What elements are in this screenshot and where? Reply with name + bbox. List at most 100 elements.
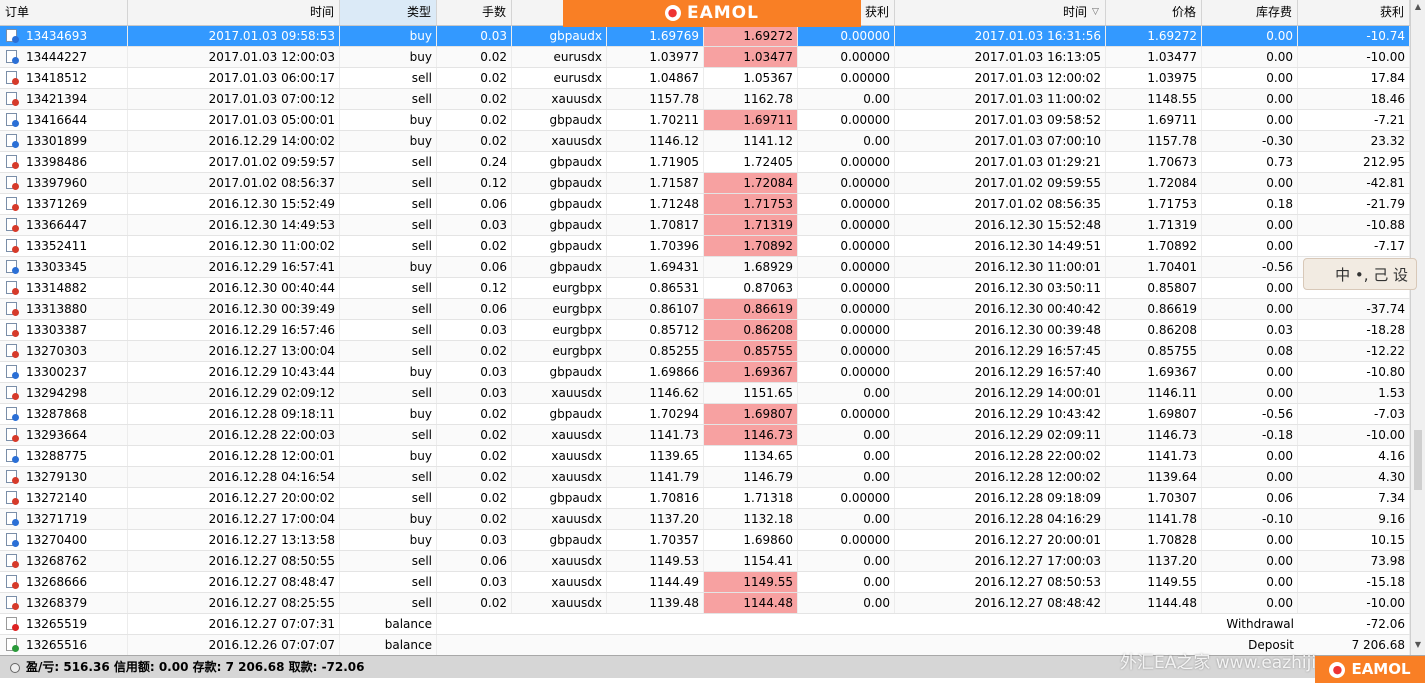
cell-tp: 0.00000 [798, 404, 895, 424]
cell-sl: 1146.73 [704, 425, 798, 445]
cell-id: 13288775 [0, 446, 128, 466]
column-header-10[interactable]: 库存费 [1202, 0, 1298, 25]
table-row[interactable]: 13268379 2016.12.27 08:25:55 sell 0.02 xauus… [0, 593, 1410, 614]
logo-icon: ● [1329, 661, 1346, 678]
table-row[interactable]: 13293664 2016.12.28 22:00:03 sell 0.02 xauus… [0, 425, 1410, 446]
table-row[interactable]: 13265519 2016.12.27 07:07:31 balance Withdr… [0, 614, 1410, 635]
table-row[interactable]: 13398486 2017.01.02 09:59:57 sell 0.24 gbpau… [0, 152, 1410, 173]
cell-ctime: 2017.01.02 08:56:35 [895, 194, 1106, 214]
cell-symbol: eurgbpx [512, 320, 607, 340]
cell-profit: 7.34 [1298, 488, 1410, 508]
table-row[interactable]: 13294298 2016.12.29 02:09:12 sell 0.03 xauus… [0, 383, 1410, 404]
cell-time: 2016.12.27 08:48:47 [128, 572, 340, 592]
cell-swap: -0.10 [1202, 509, 1298, 529]
column-header-11[interactable]: 获利 [1298, 0, 1410, 25]
table-row[interactable]: 13271719 2016.12.27 17:00:04 buy 0.02 xauusd… [0, 509, 1410, 530]
table-row[interactable]: 13421394 2017.01.03 07:00:12 sell 0.02 xauus… [0, 89, 1410, 110]
table-row[interactable]: 13270303 2016.12.27 13:00:04 sell 0.02 eurgb… [0, 341, 1410, 362]
cell-lots: 0.02 [437, 488, 512, 508]
column-header-9[interactable]: 价格 [1106, 0, 1202, 25]
cell-lots: 0.02 [437, 110, 512, 130]
column-header-1[interactable]: 时间 [128, 0, 340, 25]
cell-ctime: 2017.01.03 12:00:02 [895, 68, 1106, 88]
table-row[interactable]: 13371269 2016.12.30 15:52:49 sell 0.06 gbpau… [0, 194, 1410, 215]
cell-type: sell [340, 215, 437, 235]
cell-lots: 0.03 [437, 530, 512, 550]
cell-time: 2016.12.30 00:40:44 [128, 278, 340, 298]
table-row[interactable]: 13444227 2017.01.03 12:00:03 buy 0.02 eurusd… [0, 47, 1410, 68]
table-row[interactable]: 13397960 2017.01.02 08:56:37 sell 0.12 gbpau… [0, 173, 1410, 194]
cell-price: 1144.48 [1106, 593, 1202, 613]
cell-lots: 0.06 [437, 299, 512, 319]
vertical-scrollbar[interactable]: ▲ ▼ [1410, 0, 1425, 655]
cell-id: 13300237 [0, 362, 128, 382]
cell-tp: 0.00000 [798, 530, 895, 550]
scroll-thumb[interactable] [1414, 430, 1422, 490]
table-row[interactable]: 13416644 2017.01.03 05:00:01 buy 0.02 gbpaud… [0, 110, 1410, 131]
table-row[interactable]: 13352411 2016.12.30 11:00:02 sell 0.02 gbpau… [0, 236, 1410, 257]
ime-toolbar[interactable]: 中 •, 己 设 [1303, 258, 1417, 290]
cell-open: 1.71248 [607, 194, 704, 214]
table-row[interactable]: 13270400 2016.12.27 13:13:58 buy 0.03 gbpaud… [0, 530, 1410, 551]
table-row[interactable]: 13279130 2016.12.28 04:16:54 sell 0.02 xauus… [0, 467, 1410, 488]
cell-sl: 0.85755 [704, 341, 798, 361]
cell-lots: 0.03 [437, 383, 512, 403]
cell-tp: 0.00 [798, 446, 895, 466]
cell-id: 13352411 [0, 236, 128, 256]
table-row[interactable]: 13287868 2016.12.28 09:18:11 buy 0.02 gbpaud… [0, 404, 1410, 425]
cell-profit: -10.88 [1298, 215, 1410, 235]
table-row[interactable]: 13314882 2016.12.30 00:40:44 sell 0.12 eurgb… [0, 278, 1410, 299]
cell-profit: -10.00 [1298, 593, 1410, 613]
logo-icon: ● [665, 5, 681, 21]
cell-swap: 0.00 [1202, 68, 1298, 88]
cell-sl: 1.71318 [704, 488, 798, 508]
scroll-up-icon[interactable]: ▲ [1413, 2, 1423, 12]
cell-symbol: xauusdx [512, 509, 607, 529]
cell-id: 13303387 [0, 320, 128, 340]
cell-profit: -7.03 [1298, 404, 1410, 424]
cell-id: 13279130 [0, 467, 128, 487]
cell-id: 13265516 [0, 635, 128, 655]
sort-desc-icon[interactable]: ▽ [1092, 0, 1099, 25]
cell-time: 2016.12.30 14:49:53 [128, 215, 340, 235]
table-row[interactable]: 13272140 2016.12.27 20:00:02 sell 0.02 gbpau… [0, 488, 1410, 509]
table-row[interactable]: 13366447 2016.12.30 14:49:53 sell 0.03 gbpau… [0, 215, 1410, 236]
cell-tp: 0.00 [798, 89, 895, 109]
cell-lots: 0.02 [437, 467, 512, 487]
table-row[interactable]: 13268666 2016.12.27 08:48:47 sell 0.03 xauus… [0, 572, 1410, 593]
column-header-2[interactable]: 类型 [340, 0, 437, 25]
cell-id: 13434693 [0, 26, 128, 46]
cell-ctime: 2016.12.27 17:00:03 [895, 551, 1106, 571]
cell-ctime: 2017.01.03 11:00:02 [895, 89, 1106, 109]
cell-time: 2016.12.28 22:00:03 [128, 425, 340, 445]
table-row[interactable]: 13434693 2017.01.03 09:58:53 buy 0.03 gbpaud… [0, 26, 1410, 47]
cell-type: sell [340, 551, 437, 571]
table-row[interactable]: 13303387 2016.12.29 16:57:46 sell 0.03 eurgb… [0, 320, 1410, 341]
cell-price: 1141.78 [1106, 509, 1202, 529]
table-row[interactable]: 13301899 2016.12.29 14:00:02 buy 0.02 xauusd… [0, 131, 1410, 152]
cell-ctime: 2016.12.28 09:18:09 [895, 488, 1106, 508]
table-row[interactable]: 13418512 2017.01.03 06:00:17 sell 0.02 eurus… [0, 68, 1410, 89]
cell-price: 1.71753 [1106, 194, 1202, 214]
cell-symbol: eurgbpx [512, 278, 607, 298]
cell-ctime: 2016.12.27 20:00:01 [895, 530, 1106, 550]
cell-type: buy [340, 26, 437, 46]
cell-symbol: xauusdx [512, 425, 607, 445]
column-header-0[interactable]: 订单 [0, 0, 128, 25]
table-row[interactable]: 13288775 2016.12.28 12:00:01 buy 0.02 xauusd… [0, 446, 1410, 467]
cell-price: 1149.55 [1106, 572, 1202, 592]
column-header-3[interactable]: 手数 [437, 0, 512, 25]
table-row[interactable]: 13313880 2016.12.30 00:39:49 sell 0.06 eurgb… [0, 299, 1410, 320]
cell-profit: -15.18 [1298, 572, 1410, 592]
table-row[interactable]: 13300237 2016.12.29 10:43:44 buy 0.03 gbpaud… [0, 362, 1410, 383]
cell-profit: 17.84 [1298, 68, 1410, 88]
table-row[interactable]: 13268762 2016.12.27 08:50:55 sell 0.06 xauus… [0, 551, 1410, 572]
cell-swap: 0.00 [1202, 362, 1298, 382]
scroll-down-icon[interactable]: ▼ [1413, 640, 1423, 650]
table-row[interactable]: 13303345 2016.12.29 16:57:41 buy 0.06 gbpaud… [0, 257, 1410, 278]
column-header-8[interactable]: 时间 [895, 0, 1106, 25]
cell-time: 2016.12.28 04:16:54 [128, 467, 340, 487]
cell-swap: 0.00 [1202, 110, 1298, 130]
cell-lots: 0.02 [437, 89, 512, 109]
cell-type: buy [340, 446, 437, 466]
